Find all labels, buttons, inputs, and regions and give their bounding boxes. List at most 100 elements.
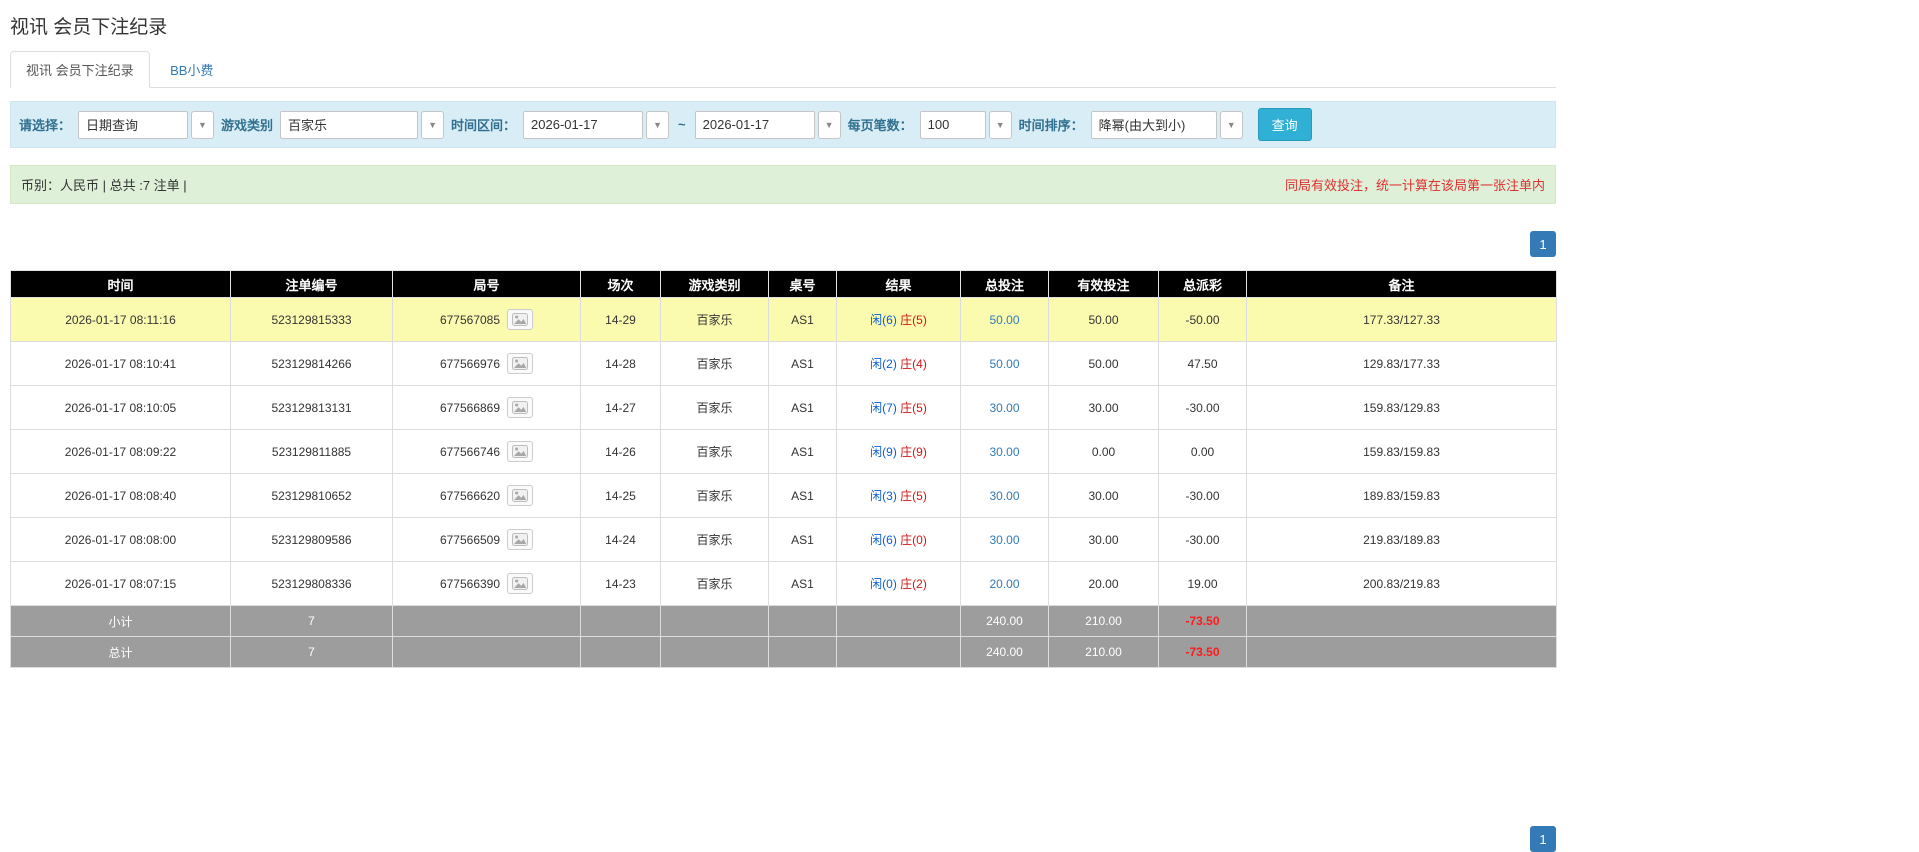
- column-header: 总投注: [960, 270, 1049, 298]
- cell-round-id: 677566620: [392, 473, 581, 518]
- date-from-combo: ▼: [523, 110, 670, 139]
- round-replay-icon[interactable]: [507, 309, 534, 330]
- player-result: 闲(6): [870, 313, 897, 327]
- chevron-down-icon[interactable]: ▼: [817, 110, 841, 139]
- cell-total-bet: 30.00: [960, 517, 1049, 562]
- page-size-combo: ▼: [919, 110, 1012, 139]
- cell-empty: [768, 605, 837, 637]
- total-bet-link[interactable]: 50.00: [989, 357, 1019, 371]
- date-to-combo: ▼: [694, 110, 841, 139]
- cell-time: 2026-01-17 08:08:00: [10, 517, 231, 562]
- total-bet-link[interactable]: 20.00: [989, 577, 1019, 591]
- total-bet-link[interactable]: 30.00: [989, 445, 1019, 459]
- tab-betting-records[interactable]: 视讯 会员下注纪录: [10, 51, 150, 88]
- cell-table-no: AS1: [768, 561, 837, 606]
- cell-round-id: 677567085: [392, 297, 581, 342]
- sort-input[interactable]: [1090, 110, 1217, 139]
- cell-empty: [660, 636, 769, 668]
- cell-game-type: 百家乐: [660, 429, 769, 474]
- page-title: 视讯 会员下注纪录: [10, 17, 168, 38]
- cell-summary-label: 小计: [10, 605, 231, 637]
- cell-note: 219.83/189.83: [1246, 517, 1557, 562]
- cell-table-no: AS1: [768, 297, 837, 342]
- pagination-top: 1: [10, 231, 1556, 257]
- table-row: 2026-01-17 08:07:15 523129808336 677566390…: [10, 561, 1557, 606]
- filter-bar: 请选择： ▼ 游戏类别 ▼ 时间区间： ▼ ~ ▼ 每页笔数： ▼ 时间排序： …: [10, 101, 1556, 148]
- cell-empty: [768, 636, 837, 668]
- cell-total-bet: 30.00: [960, 473, 1049, 518]
- cell-valid-bet: 30.00: [1048, 385, 1159, 430]
- cell-time: 2026-01-17 08:07:15: [10, 561, 231, 606]
- chevron-down-icon[interactable]: ▼: [988, 110, 1012, 139]
- player-result: 闲(3): [870, 489, 897, 503]
- summary-row: 小计 7 240.00 210.00 -73.50: [10, 605, 1557, 637]
- round-id-text: 677566869: [439, 400, 501, 415]
- chevron-down-icon[interactable]: ▼: [421, 110, 445, 139]
- table-row: 2026-01-17 08:08:00 523129809586 677566509…: [10, 517, 1557, 562]
- column-header: 时间: [10, 270, 231, 298]
- cell-empty: [836, 605, 961, 637]
- total-bet-link[interactable]: 30.00: [989, 401, 1019, 415]
- cell-game-type: 百家乐: [660, 561, 769, 606]
- round-replay-icon[interactable]: [507, 353, 534, 374]
- page-size-input[interactable]: [919, 110, 986, 139]
- chevron-down-icon[interactable]: ▼: [646, 110, 670, 139]
- sort-label: 时间排序：: [1018, 118, 1084, 133]
- pagination-page-button[interactable]: 1: [1530, 826, 1556, 852]
- cell-payout: -30.00: [1158, 517, 1247, 562]
- cell-payout: -50.00: [1158, 297, 1247, 342]
- round-id-text: 677566976: [439, 356, 501, 371]
- cell-note: 159.83/129.83: [1246, 385, 1557, 430]
- cell-summary-valid-bet: 210.00: [1048, 636, 1159, 668]
- cell-bet-id: 523129808336: [230, 561, 393, 606]
- cell-session: 14-27: [580, 385, 661, 430]
- total-bet-link[interactable]: 30.00: [989, 533, 1019, 547]
- cell-session: 14-28: [580, 341, 661, 386]
- round-replay-icon[interactable]: [507, 529, 534, 550]
- cell-note: 129.83/177.33: [1246, 341, 1557, 386]
- game-type-input[interactable]: [280, 110, 419, 139]
- total-bet-link[interactable]: 50.00: [989, 313, 1019, 327]
- cell-round-id: 677566746: [392, 429, 581, 474]
- cell-result: 闲(9) 庄(9): [836, 429, 961, 474]
- table-row: 2026-01-17 08:08:40 523129810652 677566620…: [10, 473, 1557, 518]
- date-to-input[interactable]: [694, 110, 815, 139]
- player-result: 闲(7): [870, 401, 897, 415]
- summary-row: 总计 7 240.00 210.00 -73.50: [10, 636, 1557, 668]
- table-body: 2026-01-17 08:11:16 523129815333 677567085…: [10, 297, 1557, 668]
- chevron-down-icon[interactable]: ▼: [1219, 110, 1243, 139]
- cell-game-type: 百家乐: [660, 473, 769, 518]
- cell-summary-payout: -73.50: [1158, 636, 1247, 668]
- cell-valid-bet: 0.00: [1048, 429, 1159, 474]
- banker-result: 庄(5): [900, 489, 927, 503]
- cell-empty: [1246, 636, 1557, 668]
- cell-summary-valid-bet: 210.00: [1048, 605, 1159, 637]
- search-button[interactable]: 查询: [1257, 108, 1312, 141]
- cell-note: 200.83/219.83: [1246, 561, 1557, 606]
- cell-valid-bet: 50.00: [1048, 297, 1159, 342]
- column-header: 游戏类别: [660, 270, 769, 298]
- pagination-page-button[interactable]: 1: [1530, 231, 1556, 257]
- cell-total-bet: 30.00: [960, 385, 1049, 430]
- cell-table-no: AS1: [768, 385, 837, 430]
- cell-payout: 19.00: [1158, 561, 1247, 606]
- cell-empty: [392, 636, 581, 668]
- round-replay-icon[interactable]: [507, 441, 534, 462]
- cell-result: 闲(0) 庄(2): [836, 561, 961, 606]
- tab-bb-tip[interactable]: BB小费: [154, 51, 229, 88]
- date-from-input[interactable]: [523, 110, 644, 139]
- round-id-text: 677566509: [439, 532, 501, 547]
- banker-result: 庄(9): [900, 445, 927, 459]
- cell-empty: [392, 605, 581, 637]
- cell-session: 14-29: [580, 297, 661, 342]
- chevron-down-icon[interactable]: ▼: [191, 110, 215, 139]
- query-type-input[interactable]: [78, 110, 189, 139]
- cell-session: 14-26: [580, 429, 661, 474]
- query-type-combo: ▼: [78, 110, 215, 139]
- total-bet-link[interactable]: 30.00: [989, 489, 1019, 503]
- page-container: 视讯 会员下注纪录 视讯 会员下注纪录 BB小费 请选择： ▼ 游戏类别 ▼ 时…: [0, 0, 1557, 852]
- round-replay-icon[interactable]: [507, 397, 534, 418]
- round-replay-icon[interactable]: [507, 573, 534, 594]
- round-replay-icon[interactable]: [507, 485, 534, 506]
- cell-session: 14-24: [580, 517, 661, 562]
